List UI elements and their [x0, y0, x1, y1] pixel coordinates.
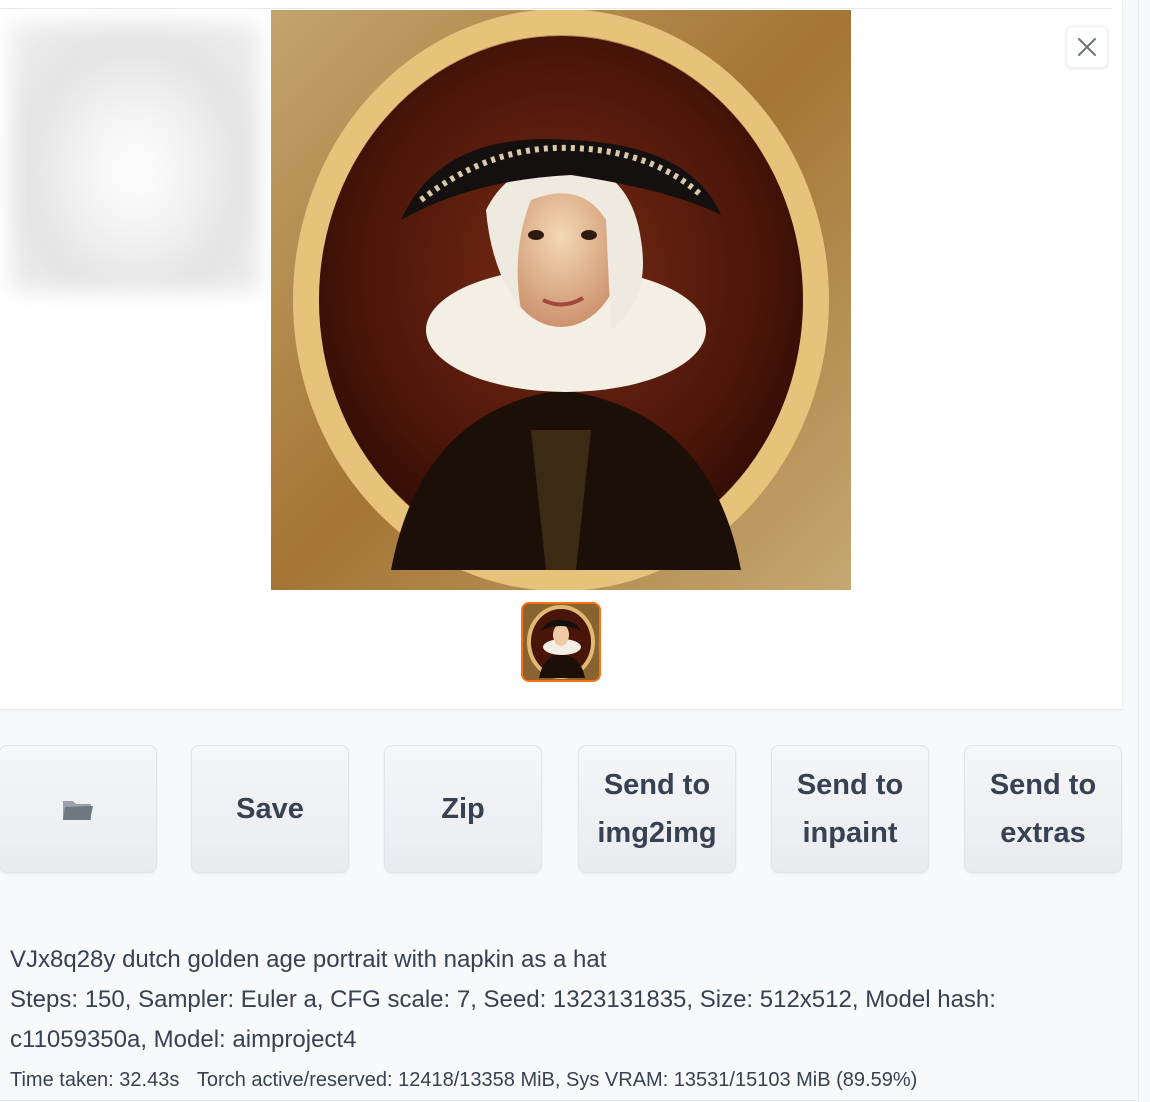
parameters-text: Steps: 150, Sampler: Euler a, CFG scale:… [10, 986, 996, 1053]
blurred-preview [10, 22, 260, 292]
folder-icon [63, 801, 93, 820]
close-icon [1078, 38, 1096, 56]
prompt-text: VJx8q28y dutch golden age portrait with … [10, 946, 607, 973]
generation-info: VJx8q28y dutch golden age portrait with … [10, 940, 1110, 1060]
divider [0, 8, 1112, 9]
gallery-panel [0, 0, 1123, 710]
divider [0, 1100, 1138, 1101]
open-folder-button[interactable] [0, 745, 157, 873]
save-button[interactable]: Save [191, 745, 349, 873]
generated-image[interactable] [271, 10, 851, 590]
send-to-inpaint-button[interactable]: Send to inpaint [771, 745, 929, 873]
send-to-img2img-button[interactable]: Send to img2img [578, 745, 736, 873]
send-to-extras-button[interactable]: Send to extras [964, 745, 1122, 873]
zip-button[interactable]: Zip [384, 745, 542, 873]
divider [1138, 0, 1139, 1102]
close-button[interactable] [1066, 26, 1108, 68]
performance-info: Time taken: 32.43s Torch active/reserved… [10, 1066, 1130, 1094]
memory-usage: Torch active/reserved: 12418/13358 MiB, … [196, 1069, 918, 1091]
gallery-thumbnail[interactable] [521, 602, 601, 682]
time-taken: Time taken: 32.43s [10, 1069, 180, 1091]
